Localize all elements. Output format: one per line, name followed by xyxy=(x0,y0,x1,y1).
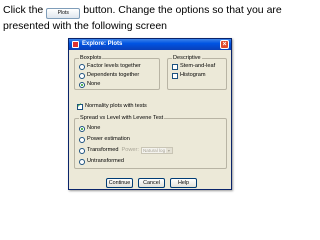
radio-spread-none[interactable]: None xyxy=(79,125,100,132)
radio-label: Factor levels together xyxy=(87,63,141,69)
radio-label: None xyxy=(87,81,101,87)
checkbox-histogram[interactable]: Histogram xyxy=(172,72,206,79)
continue-button[interactable]: Continue xyxy=(106,178,133,188)
descriptive-legend: Descriptive xyxy=(172,55,202,62)
app-icon xyxy=(72,41,79,48)
radio-indicator-selected xyxy=(79,125,85,132)
chevron-down-icon: ▾ xyxy=(165,148,172,153)
power-select: Natural log ▾ xyxy=(140,147,173,154)
explore-plots-dialog: Explore: Plots × Boxplots Factor levels … xyxy=(68,38,232,190)
boxplots-legend: Boxplots xyxy=(79,55,103,62)
boxplots-group: Boxplots Factor levels together Dependen… xyxy=(74,55,160,90)
checkbox-label: Stem-and-leaf xyxy=(180,63,216,69)
checkbox-label: Histogram xyxy=(180,72,206,78)
checkbox-normality-plots[interactable]: Normality plots with tests xyxy=(77,102,147,110)
radio-untransformed[interactable]: Untransformed xyxy=(79,158,124,165)
radio-indicator xyxy=(79,147,85,154)
dialog-titlebar: Explore: Plots × xyxy=(69,39,231,50)
radio-indicator xyxy=(79,72,85,79)
radio-label: None xyxy=(87,125,101,131)
checkbox-label: Normality plots with tests xyxy=(85,103,147,109)
descriptive-group: Descriptive Stem-and-leaf Histogram xyxy=(167,55,227,90)
radio-label: Untransformed xyxy=(87,158,124,164)
radio-dependents-together[interactable]: Dependents together xyxy=(79,72,139,79)
close-icon[interactable]: × xyxy=(220,40,229,49)
cancel-button[interactable]: Cancel xyxy=(138,178,165,188)
radio-indicator xyxy=(79,158,85,165)
power-label: Power: xyxy=(121,147,139,153)
power-select-value: Natural log xyxy=(142,148,166,153)
radio-transformed[interactable]: Transformed Power: Natural log ▾ xyxy=(79,147,173,154)
help-button[interactable]: Help xyxy=(170,178,197,188)
plots-button-image: Plots xyxy=(46,8,81,19)
instruction-part2: button. Change the options so that you a… xyxy=(3,4,282,32)
instruction-part1: Click the xyxy=(3,4,44,16)
checkbox-indicator xyxy=(172,63,178,70)
checkbox-stem-and-leaf[interactable]: Stem-and-leaf xyxy=(172,63,215,70)
radio-indicator xyxy=(79,63,85,70)
instruction-text: Click the Plots button. Change the options… xyxy=(3,3,317,33)
radio-indicator xyxy=(79,136,85,143)
radio-label: Dependents together xyxy=(87,72,140,78)
dialog-title: Explore: Plots xyxy=(82,41,123,47)
radio-boxplots-none[interactable]: None xyxy=(79,81,100,88)
spread-vs-level-group: Spread vs Level with Levene Test None Po… xyxy=(74,115,227,169)
radio-factor-levels-together[interactable]: Factor levels together xyxy=(79,63,141,70)
radio-label: Power estimation xyxy=(87,136,130,142)
spread-legend: Spread vs Level with Levene Test xyxy=(79,115,165,122)
checkbox-indicator xyxy=(172,72,178,79)
radio-indicator-selected xyxy=(79,81,85,88)
checkbox-indicator-checked xyxy=(77,102,83,110)
radio-label: Transformed xyxy=(87,147,119,153)
radio-power-estimation[interactable]: Power estimation xyxy=(79,136,130,143)
